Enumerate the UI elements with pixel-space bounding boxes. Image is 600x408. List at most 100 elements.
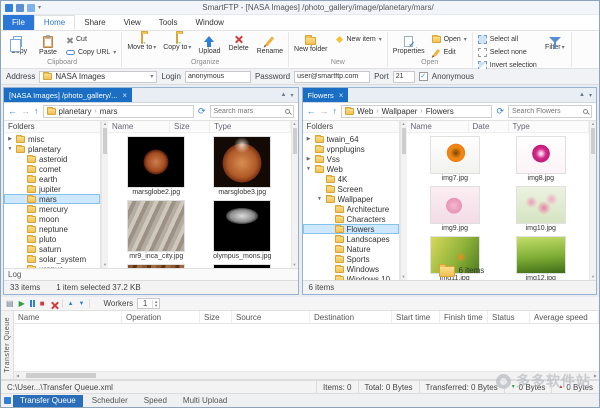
paste-button[interactable]: Paste (35, 33, 61, 57)
column-name[interactable]: Name (14, 311, 122, 323)
tab-home[interactable]: Home (34, 15, 75, 30)
tree-item-twain-64[interactable]: ▶twain_64 (303, 134, 399, 144)
tree-item-neptune[interactable]: ▶neptune (4, 224, 100, 234)
file-item[interactable]: marsglobe3.jpg (202, 136, 282, 197)
tree-item-earth[interactable]: ▶earth (4, 174, 100, 184)
column-start-time[interactable]: Start time (392, 311, 440, 323)
collapse-icon[interactable]: ▼ (317, 196, 323, 202)
column-source[interactable]: Source (232, 311, 310, 323)
tree-item-characters[interactable]: ▶Characters (303, 214, 399, 224)
file-item[interactable]: marsglobe2.jpg (116, 136, 196, 197)
tree-item-planetary[interactable]: ▼planetary (4, 144, 100, 154)
breadcrumb[interactable]: planetary › mars (43, 105, 194, 118)
tree-scrollbar[interactable]: ▲▼ (400, 121, 407, 280)
stop-button[interactable]: ■ (40, 300, 45, 308)
column-type[interactable]: Type (509, 121, 590, 133)
tree-item-jupiter[interactable]: ▶jupiter (4, 184, 100, 194)
new-item-button[interactable]: New item▾ (333, 34, 384, 45)
tree-item-4k[interactable]: ▶4K (303, 174, 399, 184)
file-item[interactable]: img10.jpg (501, 186, 581, 233)
file-item[interactable]: img7.jpg (415, 136, 495, 183)
column-destination[interactable]: Destination (310, 311, 392, 323)
forward-button[interactable]: → (320, 107, 329, 116)
filter-button[interactable]: Filter▾ (542, 33, 568, 52)
collapse-icon[interactable]: ▼ (306, 166, 312, 172)
tab-view[interactable]: View (115, 15, 150, 30)
file-item[interactable]: img8.jpg (501, 136, 581, 183)
cut-button[interactable]: Cut (64, 34, 118, 45)
scrollbar-thumb[interactable] (402, 128, 406, 154)
breadcrumb-item[interactable]: Flowers (426, 107, 454, 116)
pause-button[interactable] (30, 300, 35, 307)
breadcrumb-item[interactable]: Wallpaper (382, 107, 418, 116)
delete-button[interactable]: Delete (226, 33, 252, 53)
column-status[interactable]: Status (488, 311, 530, 323)
tree-item-pluto[interactable]: ▶pluto (4, 234, 100, 244)
local-tab[interactable]: Flowers × (303, 88, 349, 102)
tree-item-sports[interactable]: ▶Sports (303, 254, 399, 264)
search-input[interactable] (512, 108, 581, 115)
move-up-button[interactable]: ▲ (68, 301, 74, 307)
close-icon[interactable]: × (339, 91, 344, 100)
files-scrollbar[interactable]: ▲▼ (291, 121, 298, 268)
breadcrumb-item[interactable]: Web (357, 107, 373, 116)
select-none-button[interactable]: Select none (476, 47, 539, 58)
breadcrumb-item[interactable]: mars (100, 107, 118, 116)
search-input[interactable] (214, 108, 283, 115)
column-finish-time[interactable]: Finish time (440, 311, 488, 323)
scrollbar-thumb[interactable] (293, 128, 297, 154)
column-name[interactable]: Name (108, 121, 170, 133)
column-date[interactable]: Date (469, 121, 509, 133)
stepper-arrows-icon[interactable]: ▲▼ (152, 300, 159, 308)
tree-item-web[interactable]: ▼Web (303, 164, 399, 174)
workers-stepper[interactable]: 1 ▲▼ (137, 298, 160, 309)
file-item[interactable]: img9.jpg (415, 186, 495, 233)
tree-item-asteroid[interactable]: ▶asteroid (4, 154, 100, 164)
queue-horizontal-scrollbar[interactable]: ◀ ▶ (14, 371, 599, 379)
search-box[interactable] (508, 105, 592, 118)
move-to-button[interactable]: →Move to▾ (125, 33, 158, 52)
refresh-icon[interactable]: ⟳ (198, 107, 206, 116)
search-box[interactable] (210, 105, 294, 118)
quick-access-icon[interactable] (27, 4, 35, 12)
column-average-speed[interactable]: Average speed (530, 311, 599, 323)
tree-item-screen[interactable]: ▶Screen (303, 184, 399, 194)
queue-list[interactable] (14, 324, 599, 371)
column-size[interactable]: Size (200, 311, 232, 323)
copy-button[interactable]: Copy (6, 33, 32, 56)
tab-file[interactable]: File (3, 15, 34, 30)
start-button[interactable]: ▶ (19, 300, 25, 308)
tree-item-flowers[interactable]: ▶Flowers (303, 224, 399, 234)
file-item[interactable]: img12.jpg (501, 236, 581, 280)
select-all-button[interactable]: Select all (476, 34, 539, 45)
up-button[interactable]: ↑ (333, 107, 338, 116)
refresh-icon[interactable]: ⟳ (496, 107, 504, 116)
back-button[interactable]: ← (307, 107, 316, 116)
tree-item-saturn[interactable]: ▶saturn (4, 244, 100, 254)
file-item[interactable] (202, 264, 282, 268)
tab-tools[interactable]: Tools (150, 15, 187, 30)
tree-item-vpnplugins[interactable]: ▶vpnplugins (303, 144, 399, 154)
scrollbar-thumb[interactable] (103, 128, 107, 154)
breadcrumb[interactable]: Web › Wallpaper › Flowers (341, 105, 492, 118)
move-down-button[interactable]: ▼ (79, 301, 85, 307)
edit-button[interactable]: Edit (430, 47, 469, 58)
tab-transfer-queue[interactable]: Transfer Queue (13, 395, 83, 407)
tab-multi-upload[interactable]: Multi Upload (176, 395, 234, 407)
quick-access-icon[interactable] (16, 4, 24, 12)
breadcrumb-item[interactable]: planetary (59, 107, 92, 116)
rename-button[interactable]: Rename (255, 33, 285, 56)
column-type[interactable]: Type (210, 121, 291, 133)
tree-item-wallpaper[interactable]: ▼Wallpaper (303, 194, 399, 204)
anonymous-checkbox[interactable]: ✓ (419, 72, 428, 81)
tree-item-moon[interactable]: ▶moon (4, 214, 100, 224)
password-input[interactable] (294, 71, 370, 83)
file-item[interactable]: olympus_mons.jpg (202, 200, 282, 261)
expand-icon[interactable]: ▶ (7, 136, 13, 142)
tab-share[interactable]: Share (75, 15, 114, 30)
tree-item-mars[interactable]: ▶mars (4, 194, 100, 204)
tree-item-landscapes[interactable]: ▶Landscapes (303, 234, 399, 244)
tree-item-comet[interactable]: ▶comet (4, 164, 100, 174)
queue-view-icon[interactable]: ▤ (6, 300, 14, 308)
tab-scheduler[interactable]: Scheduler (85, 395, 135, 407)
